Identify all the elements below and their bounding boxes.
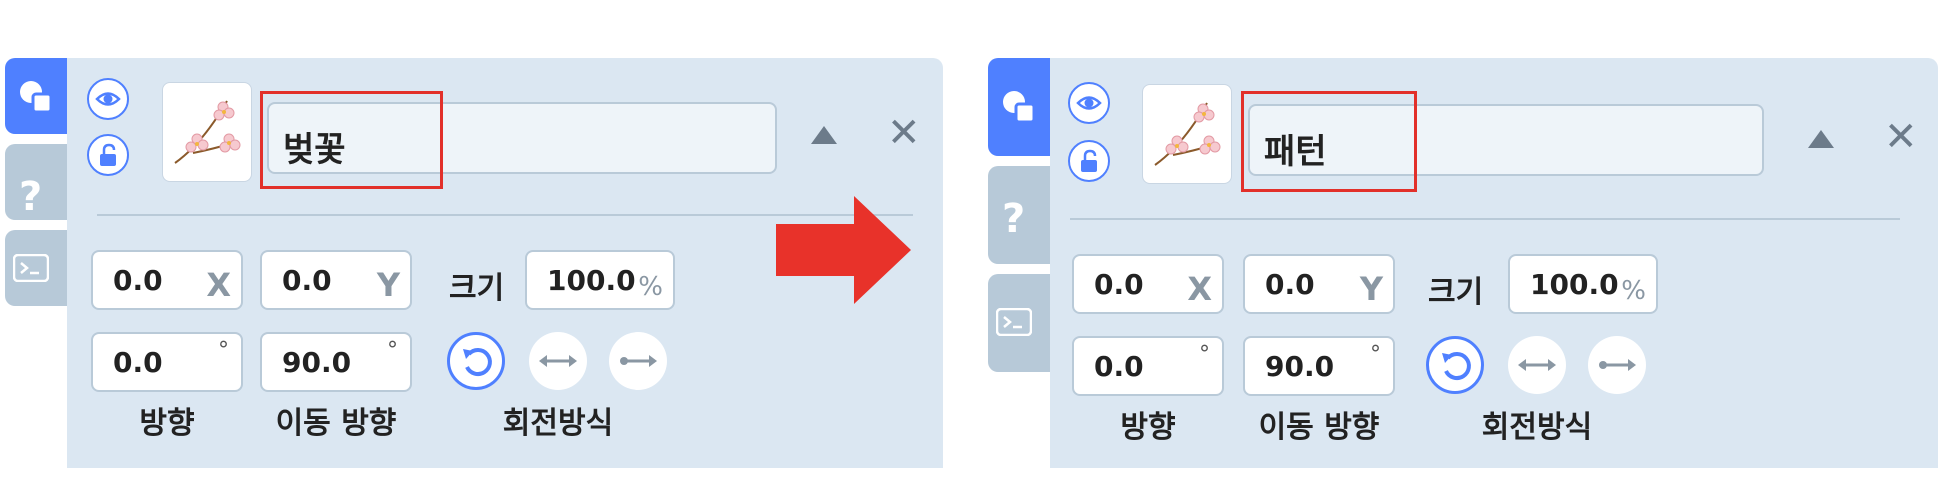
collapse-triangle-icon[interactable] bbox=[811, 126, 837, 144]
cherry-blossom-thumbnail bbox=[162, 82, 252, 182]
size-value: 100.0 bbox=[1530, 268, 1619, 301]
size-label: 크기 bbox=[1428, 275, 1484, 310]
object-panel-after: ? 패턴 ✕ 0.0 X 0.0 Y 크기 100.0 % 0.0 ° 90.0… bbox=[988, 58, 1938, 488]
size-unit: % bbox=[638, 272, 663, 302]
x-coordinate-field[interactable]: 0.0 X bbox=[1072, 254, 1224, 314]
y-unit: Y bbox=[376, 266, 400, 304]
lock-toggle[interactable] bbox=[1068, 140, 1110, 182]
help-tab-icon: ? bbox=[1002, 196, 1026, 242]
name-highlight-box bbox=[1241, 91, 1417, 192]
tab-console[interactable] bbox=[988, 274, 1050, 372]
console-tab-icon bbox=[13, 254, 49, 282]
direction-field[interactable]: 0.0 ° bbox=[91, 332, 243, 392]
help-tab-icon: ? bbox=[19, 174, 43, 220]
divider bbox=[1070, 218, 1900, 220]
rotate-free-button[interactable] bbox=[1426, 336, 1484, 394]
rotate-none-icon bbox=[620, 355, 657, 367]
rotate-horizontal-icon bbox=[539, 355, 577, 367]
direction-degree: ° bbox=[1199, 342, 1210, 367]
rotate-horizontal-icon bbox=[1518, 359, 1556, 371]
rotate-horizontal-button[interactable] bbox=[1508, 336, 1566, 394]
x-coordinate-field[interactable]: 0.0 X bbox=[91, 250, 243, 310]
move-direction-field[interactable]: 90.0 ° bbox=[260, 332, 412, 392]
tab-help[interactable]: ? bbox=[988, 166, 1050, 264]
shape-tab-icon bbox=[20, 81, 53, 114]
move-direction-degree: ° bbox=[387, 338, 398, 363]
collapse-triangle-icon[interactable] bbox=[1808, 130, 1834, 148]
right-arrow bbox=[776, 196, 911, 304]
object-panel-body: 패턴 ✕ 0.0 X 0.0 Y 크기 100.0 % 0.0 ° 90.0 ° bbox=[1050, 58, 1938, 468]
y-value: 0.0 bbox=[282, 264, 332, 297]
tab-help[interactable]: ? bbox=[5, 144, 67, 220]
size-unit: % bbox=[1621, 276, 1646, 306]
move-direction-value: 90.0 bbox=[1265, 350, 1335, 383]
size-label: 크기 bbox=[449, 271, 505, 306]
x-unit: X bbox=[206, 266, 231, 304]
close-icon[interactable]: ✕ bbox=[887, 110, 921, 156]
tab-console[interactable] bbox=[5, 230, 67, 306]
x-unit: X bbox=[1187, 270, 1212, 308]
close-icon[interactable]: ✕ bbox=[1884, 114, 1918, 160]
name-highlight-box bbox=[260, 91, 443, 189]
unlock-icon bbox=[100, 143, 116, 166]
visibility-toggle[interactable] bbox=[87, 78, 129, 120]
direction-label: 방향 bbox=[139, 406, 195, 441]
y-coordinate-field[interactable]: 0.0 Y bbox=[1243, 254, 1395, 314]
y-coordinate-field[interactable]: 0.0 Y bbox=[260, 250, 412, 310]
direction-degree: ° bbox=[218, 338, 229, 363]
move-direction-value: 90.0 bbox=[282, 346, 352, 379]
move-direction-field[interactable]: 90.0 ° bbox=[1243, 336, 1395, 396]
move-direction-label: 이동 방향 bbox=[1258, 410, 1380, 445]
size-field[interactable]: 100.0 % bbox=[1508, 254, 1658, 314]
rotation-label: 회전방식 bbox=[502, 406, 614, 441]
y-unit: Y bbox=[1359, 270, 1383, 308]
rotate-none-icon bbox=[1599, 359, 1636, 371]
move-direction-degree: ° bbox=[1370, 342, 1381, 367]
rotate-free-icon bbox=[463, 348, 492, 377]
lock-toggle[interactable] bbox=[87, 134, 129, 176]
rotate-none-button[interactable] bbox=[609, 332, 667, 390]
direction-field[interactable]: 0.0 ° bbox=[1072, 336, 1224, 396]
direction-label: 방향 bbox=[1120, 410, 1176, 445]
unlock-icon bbox=[1081, 149, 1097, 172]
cherry-blossom-thumbnail bbox=[1142, 84, 1232, 184]
rotate-free-icon bbox=[1442, 352, 1471, 381]
eye-icon bbox=[95, 92, 121, 106]
rotate-none-button[interactable] bbox=[1588, 336, 1646, 394]
tab-shape[interactable] bbox=[5, 58, 67, 134]
rotate-free-button[interactable] bbox=[447, 332, 505, 390]
size-field[interactable]: 100.0 % bbox=[525, 250, 675, 310]
direction-value: 0.0 bbox=[113, 346, 163, 379]
y-value: 0.0 bbox=[1265, 268, 1315, 301]
shape-tab-icon bbox=[1003, 91, 1036, 124]
x-value: 0.0 bbox=[1094, 268, 1144, 301]
tab-shape[interactable] bbox=[988, 58, 1050, 156]
rotation-label: 회전방식 bbox=[1481, 410, 1593, 445]
rotate-horizontal-button[interactable] bbox=[529, 332, 587, 390]
console-tab-icon bbox=[996, 308, 1032, 336]
x-value: 0.0 bbox=[113, 264, 163, 297]
size-value: 100.0 bbox=[547, 264, 636, 297]
visibility-toggle[interactable] bbox=[1068, 82, 1110, 124]
direction-value: 0.0 bbox=[1094, 350, 1144, 383]
move-direction-label: 이동 방향 bbox=[275, 406, 397, 441]
eye-icon bbox=[1076, 96, 1102, 110]
